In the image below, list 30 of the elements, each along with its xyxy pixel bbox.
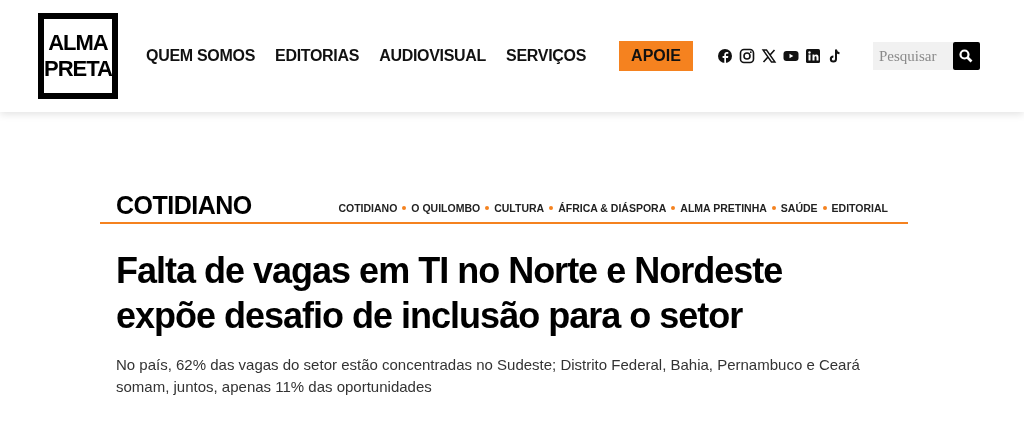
nav-link[interactable]: AUDIOVISUAL — [379, 47, 487, 65]
section-link[interactable]: O QUILOMBO — [411, 202, 481, 214]
youtube-icon[interactable] — [782, 48, 799, 64]
section-link[interactable]: EDITORIAL — [831, 202, 888, 214]
section-link[interactable]: ÁFRICA & DIÁSPORA — [558, 202, 667, 214]
separator-dot — [402, 206, 407, 210]
section-link[interactable]: SAÚDE — [780, 202, 818, 214]
separator-dot — [822, 206, 827, 210]
instagram-icon[interactable] — [738, 48, 755, 64]
separator-dot — [771, 206, 776, 210]
logo[interactable]: ALMA PRETA — [38, 13, 118, 99]
support-button[interactable]: APOIE — [619, 41, 693, 71]
section-title: COTIDIANO — [116, 192, 252, 218]
nav-link[interactable]: EDITORIAS — [275, 47, 360, 65]
section-link[interactable]: CULTURA — [494, 202, 545, 214]
separator-dot — [549, 206, 554, 210]
search-button[interactable] — [952, 42, 980, 70]
facebook-icon[interactable] — [716, 48, 733, 64]
search-icon — [959, 49, 974, 63]
linkedin-icon[interactable] — [804, 48, 821, 64]
nav-link[interactable]: QUEM SOMOS — [146, 47, 255, 65]
search-field[interactable]: Pesquisar — [872, 42, 953, 70]
headline: Falta de vagas em TI no Norte e Nordeste expõe desafio de inclusão para o setor — [116, 249, 784, 338]
separator-dot — [671, 206, 676, 210]
subtitle: No país, 62% das vagas do setor estão concentradas no Sudeste; Distrito Federal, Bahia, Pernambuco e Ceará somam, juntos, apenas 11% das oportunidades — [116, 355, 861, 397]
separator-dot — [485, 206, 490, 210]
nav-link[interactable]: SERVIÇOS — [506, 47, 587, 65]
x-icon[interactable] — [760, 48, 777, 64]
section-link[interactable]: COTIDIANO — [338, 202, 398, 214]
section-link[interactable]: ALMA PRETINHA — [680, 202, 767, 214]
